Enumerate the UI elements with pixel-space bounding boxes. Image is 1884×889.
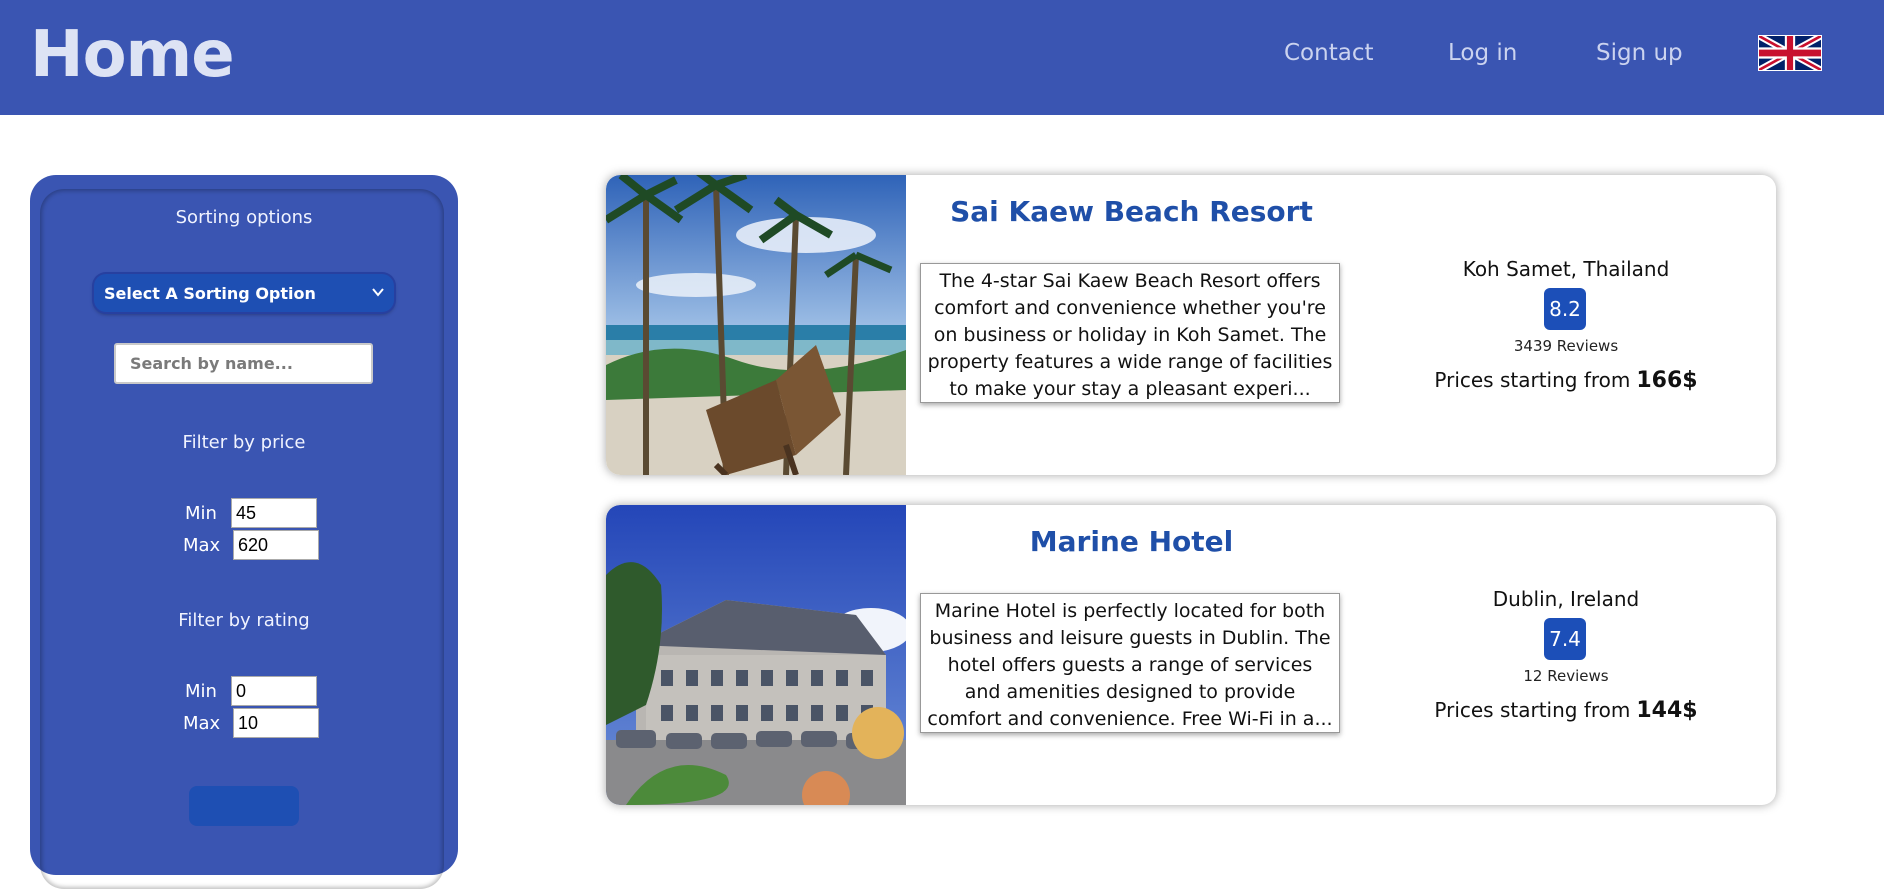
hotel-description: The 4-star Sai Kaew Beach Resort offers … — [920, 263, 1340, 403]
rating-min-label: Min — [185, 681, 217, 702]
login-link[interactable]: Log in — [1448, 40, 1517, 66]
hotel-photo[interactable] — [606, 505, 906, 805]
chevron-down-icon — [372, 288, 384, 297]
contact-link[interactable]: Contact — [1284, 40, 1373, 66]
page-title[interactable]: Home — [30, 18, 235, 92]
price-max-label: Max — [183, 535, 221, 556]
rating-badge: 7.4 — [1544, 618, 1586, 660]
hotel-photo[interactable] — [606, 175, 906, 475]
price-value: 144$ — [1636, 698, 1698, 723]
hotel-card[interactable]: Marine Hotel Marine Hotel is perfectly l… — [606, 505, 1776, 805]
rating-badge: 8.2 — [1544, 288, 1586, 330]
filter-price-label: Filter by price — [182, 432, 306, 453]
filter-rating-label: Filter by rating — [178, 610, 310, 631]
sorting-options-label: Sorting options — [175, 207, 313, 228]
top-navbar: Home Contact Log in Sign up — [0, 0, 1884, 115]
hotel-location: Koh Samet, Thailand — [1462, 257, 1670, 281]
price-value: 166$ — [1636, 368, 1698, 393]
price-min-label: Min — [185, 503, 217, 524]
search-input[interactable] — [114, 343, 373, 384]
hotel-description: Marine Hotel is perfectly located for bo… — [920, 593, 1340, 733]
hotel-name[interactable]: Marine Hotel — [906, 525, 1357, 558]
signup-link[interactable]: Sign up — [1596, 40, 1683, 66]
beach-photo — [606, 175, 906, 475]
sort-select[interactable]: Select A Sorting Option — [94, 274, 394, 312]
price-text: Prices starting from 144$ — [1360, 698, 1772, 723]
rating-max-input[interactable] — [233, 708, 319, 738]
review-count: 12 Reviews — [1523, 667, 1609, 685]
review-count: 3439 Reviews — [1513, 337, 1619, 355]
apply-filters-button[interactable] — [189, 786, 299, 826]
price-max-input[interactable] — [233, 530, 319, 560]
hotel-card[interactable]: Sai Kaew Beach Resort The 4-star Sai Kae… — [606, 175, 1776, 475]
hotel-name[interactable]: Sai Kaew Beach Resort — [906, 195, 1357, 228]
hotel-location: Dublin, Ireland — [1492, 587, 1640, 611]
price-text: Prices starting from 166$ — [1360, 368, 1772, 393]
hotel-building-photo — [606, 505, 906, 805]
sort-select-value: Select A Sorting Option — [104, 284, 316, 303]
rating-min-input[interactable] — [231, 676, 317, 706]
uk-flag-icon[interactable] — [1758, 35, 1822, 71]
rating-max-label: Max — [183, 713, 221, 734]
price-prefix: Prices starting from — [1434, 368, 1631, 392]
price-prefix: Prices starting from — [1434, 698, 1631, 722]
price-min-input[interactable] — [231, 498, 317, 528]
